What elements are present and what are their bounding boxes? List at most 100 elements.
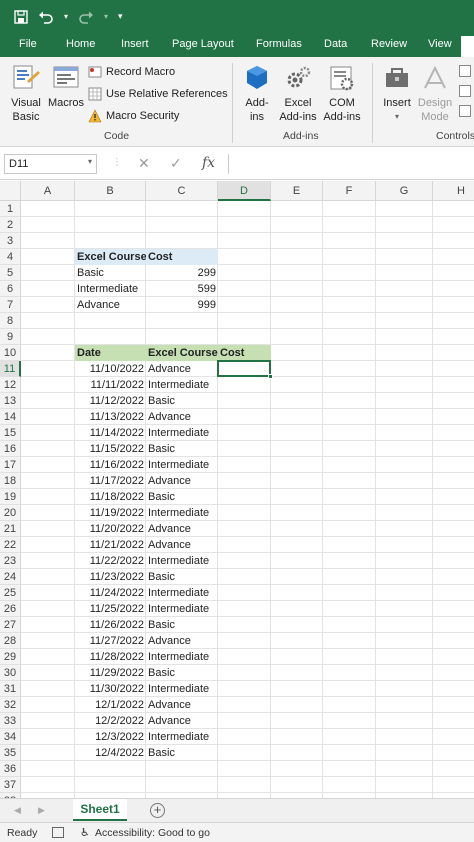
order-date-cell[interactable]: 11/24/2022 [75, 585, 146, 601]
tab-file[interactable]: File [19, 38, 37, 50]
fill-handle[interactable] [268, 374, 273, 379]
row-header-23[interactable]: 23 [0, 553, 21, 569]
order-course-cell[interactable]: Advance [146, 473, 218, 489]
order-date-cell[interactable]: 11/15/2022 [75, 441, 146, 457]
price-header-course[interactable]: Excel Course [75, 249, 146, 265]
row-header-3[interactable]: 3 [0, 233, 21, 249]
order-date-cell[interactable]: 11/26/2022 [75, 617, 146, 633]
order-date-cell[interactable]: 12/2/2022 [75, 713, 146, 729]
use-relative-references-button[interactable]: Use Relative References [88, 87, 228, 101]
order-date-cell[interactable]: 11/13/2022 [75, 409, 146, 425]
row-header-29[interactable]: 29 [0, 649, 21, 665]
order-course-cell[interactable]: Basic [146, 617, 218, 633]
row-header-9[interactable]: 9 [0, 329, 21, 345]
tab-view[interactable]: View [428, 38, 452, 50]
order-date-cell[interactable]: 11/18/2022 [75, 489, 146, 505]
order-course-cell[interactable]: Basic [146, 489, 218, 505]
order-date-cell[interactable]: 11/10/2022 [75, 361, 146, 377]
row-header-10[interactable]: 10 [0, 345, 21, 361]
enter-icon[interactable]: ✓ [170, 155, 182, 172]
tab-home[interactable]: Home [66, 38, 95, 50]
price-cost-cell[interactable]: 999 [146, 297, 218, 313]
order-date-cell[interactable]: 11/21/2022 [75, 537, 146, 553]
order-date-cell[interactable]: 11/20/2022 [75, 521, 146, 537]
order-date-cell[interactable]: 11/17/2022 [75, 473, 146, 489]
row-header-12[interactable]: 12 [0, 377, 21, 393]
order-course-cell[interactable]: Intermediate [146, 425, 218, 441]
price-course-cell[interactable]: Basic [75, 265, 146, 281]
add-ins-button[interactable]: Add- ins [238, 63, 276, 124]
order-date-cell[interactable]: 11/25/2022 [75, 601, 146, 617]
order-course-cell[interactable]: Basic [146, 665, 218, 681]
tab-data[interactable]: Data [324, 38, 347, 50]
sheet-tab-sheet1[interactable]: Sheet1 [73, 799, 127, 821]
order-date-cell[interactable]: 12/4/2022 [75, 745, 146, 761]
order-course-cell[interactable]: Advance [146, 361, 218, 377]
column-header-f[interactable]: F [323, 181, 376, 201]
active-cell-d11[interactable] [217, 360, 271, 377]
order-course-cell[interactable]: Advance [146, 713, 218, 729]
order-date-cell[interactable]: 11/23/2022 [75, 569, 146, 585]
order-course-cell[interactable]: Advance [146, 633, 218, 649]
order-course-cell[interactable]: Intermediate [146, 601, 218, 617]
order-course-cell[interactable]: Intermediate [146, 505, 218, 521]
orders-header-course[interactable]: Excel Course [146, 345, 218, 361]
order-date-cell[interactable]: 11/12/2022 [75, 393, 146, 409]
row-header-15[interactable]: 15 [0, 425, 21, 441]
order-course-cell[interactable]: Advance [146, 409, 218, 425]
row-header-25[interactable]: 25 [0, 585, 21, 601]
column-header-e[interactable]: E [271, 181, 323, 201]
tab-page-layout[interactable]: Page Layout [172, 38, 234, 50]
accessibility-icon[interactable]: ♿ [80, 826, 90, 839]
name-box[interactable]: D11 ▾ [4, 154, 97, 174]
column-header-g[interactable]: G [376, 181, 433, 201]
row-header-14[interactable]: 14 [0, 409, 21, 425]
row-header-5[interactable]: 5 [0, 265, 21, 281]
insert-function-icon[interactable]: fx [202, 155, 215, 171]
order-date-cell[interactable]: 12/1/2022 [75, 697, 146, 713]
order-date-cell[interactable]: 12/3/2022 [75, 729, 146, 745]
save-icon[interactable] [14, 9, 28, 24]
row-header-36[interactable]: 36 [0, 761, 21, 777]
order-course-cell[interactable]: Intermediate [146, 377, 218, 393]
order-date-cell[interactable]: 11/27/2022 [75, 633, 146, 649]
row-header-35[interactable]: 35 [0, 745, 21, 761]
orders-header-date[interactable]: Date [75, 345, 146, 361]
row-header-31[interactable]: 31 [0, 681, 21, 697]
order-date-cell[interactable]: 11/30/2022 [75, 681, 146, 697]
price-cost-cell[interactable]: 299 [146, 265, 218, 281]
row-header-21[interactable]: 21 [0, 521, 21, 537]
row-header-2[interactable]: 2 [0, 217, 21, 233]
row-header-27[interactable]: 27 [0, 617, 21, 633]
order-course-cell[interactable]: Intermediate [146, 585, 218, 601]
row-header-34[interactable]: 34 [0, 729, 21, 745]
accessibility-status[interactable]: Accessibility: Good to go [95, 827, 210, 839]
order-course-cell[interactable]: Advance [146, 537, 218, 553]
select-all-corner[interactable] [0, 181, 21, 201]
order-course-cell[interactable]: Intermediate [146, 681, 218, 697]
scroll-left-icon[interactable]: ◀ [14, 805, 21, 816]
price-course-cell[interactable]: Intermediate [75, 281, 146, 297]
view-code-icon[interactable] [459, 85, 471, 97]
row-header-7[interactable]: 7 [0, 297, 21, 313]
properties-icon[interactable] [459, 65, 471, 77]
tab-insert[interactable]: Insert [121, 38, 149, 50]
order-date-cell[interactable]: 11/11/2022 [75, 377, 146, 393]
row-header-33[interactable]: 33 [0, 713, 21, 729]
column-header-h[interactable]: H [433, 181, 474, 201]
row-header-17[interactable]: 17 [0, 457, 21, 473]
price-header-cost[interactable]: Cost [146, 249, 218, 265]
row-header-16[interactable]: 16 [0, 441, 21, 457]
row-header-13[interactable]: 13 [0, 393, 21, 409]
order-course-cell[interactable]: Basic [146, 745, 218, 761]
add-sheet-button[interactable]: + [150, 803, 165, 818]
row-header-32[interactable]: 32 [0, 697, 21, 713]
tab-formulas[interactable]: Formulas [256, 38, 302, 50]
row-header-11[interactable]: 11 [0, 361, 21, 377]
price-course-cell[interactable]: Advance [75, 297, 146, 313]
macro-recording-icon[interactable] [52, 827, 64, 838]
row-header-30[interactable]: 30 [0, 665, 21, 681]
com-add-ins-button[interactable]: COM Add-ins [320, 63, 364, 124]
column-header-b[interactable]: B [75, 181, 146, 201]
macro-security-button[interactable]: Macro Security [88, 109, 179, 123]
